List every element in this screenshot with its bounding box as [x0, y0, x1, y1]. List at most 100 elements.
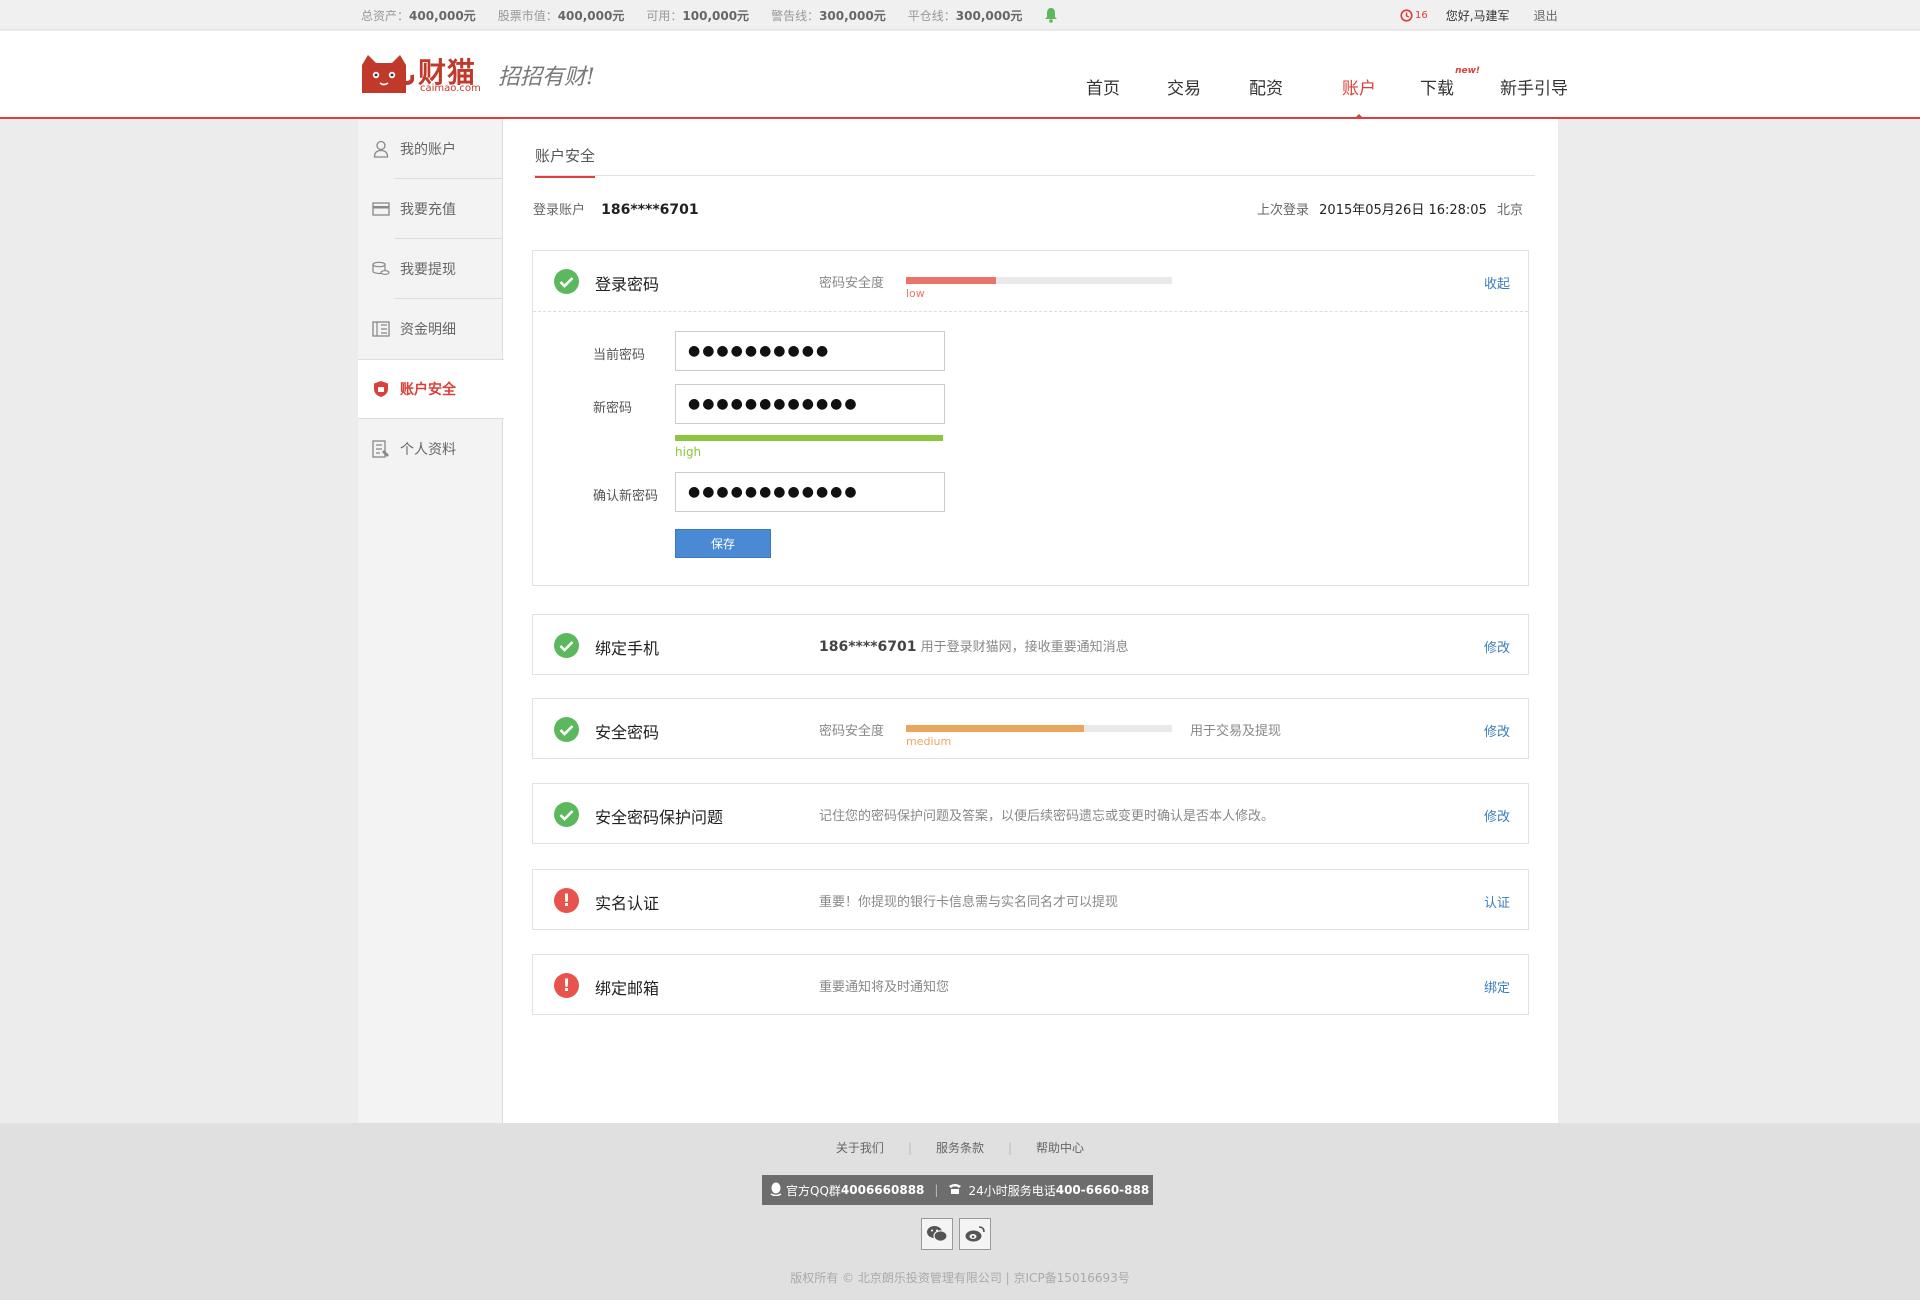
- stat-value: 300,000元: [819, 8, 886, 23]
- strength-text: medium: [906, 735, 952, 748]
- sidebar-item-fund-details[interactable]: 资金明细: [358, 299, 503, 359]
- panel-header: 绑定手机 186****6701 用于登录财猫网，接收重要通知消息 修改: [533, 615, 1528, 675]
- sidebar-item-label: 我要提现: [400, 262, 456, 278]
- asset-stats: 总资产：400,000元 股票市值：400,000元 可用：100,000元 警…: [361, 0, 1058, 30]
- strength-label: 密码安全度: [819, 724, 885, 739]
- exclamation-icon: !: [554, 888, 579, 913]
- top-status-bar: 总资产：400,000元 股票市值：400,000元 可用：100,000元 警…: [0, 0, 1920, 30]
- panel-security-question: 安全密码保护问题 记住您的密码保护问题及答案，以便后续密码遗忘或变更时确认是否本…: [532, 783, 1529, 844]
- stat-available: 可用：100,000元: [646, 7, 749, 24]
- panel-desc: 重要！你提现的银行卡信息需与实名同名才可以提现: [819, 895, 1119, 910]
- check-icon: [554, 802, 579, 827]
- card-icon: [372, 200, 390, 218]
- sidebar-item-profile[interactable]: 个人资料: [358, 419, 503, 479]
- strength-meter: [906, 725, 1172, 732]
- last-login-place: 北京: [1496, 203, 1523, 218]
- panel-header: ! 实名认证 重要！你提现的银行卡信息需与实名同名才可以提现 认证: [533, 870, 1528, 930]
- edit-safe-password-link[interactable]: 修改: [1484, 721, 1510, 740]
- panel-bind-email: ! 绑定邮箱 重要通知将及时通知您 绑定: [532, 954, 1529, 1015]
- panel-desc: 记住您的密码保护问题及答案，以便后续密码遗忘或变更时确认是否本人修改。: [819, 809, 1275, 824]
- main-nav: 首页 交易 配资 账户 下载 new! 新手引导: [1068, 66, 1582, 121]
- footer-link-terms[interactable]: 服务条款: [912, 1141, 1008, 1155]
- greeting[interactable]: 您好,马建军: [1446, 7, 1510, 24]
- service-phone-label: 24小时服务电话: [968, 1183, 1056, 1198]
- footer: 关于我们 | 服务条款 | 帮助中心 官方QQ群 4006660888 | 24小时服务…: [0, 1123, 1920, 1300]
- panel-desc: 186****6701 用于登录财猫网，接收重要通知消息: [819, 636, 1129, 655]
- account-info-row: 登录账户 186****6701 上次登录 2015年05月26日 16:28:…: [533, 199, 1523, 218]
- footer-link-about[interactable]: 关于我们: [812, 1141, 908, 1155]
- ledger-icon: [372, 320, 390, 338]
- stat-total-assets: 总资产：400,000元: [361, 7, 476, 24]
- slogan: 招招有财!: [498, 65, 595, 90]
- panel-header: ! 绑定邮箱 重要通知将及时通知您 绑定: [533, 955, 1528, 1015]
- bell-icon[interactable]: [1044, 7, 1058, 23]
- nav-account[interactable]: 账户: [1302, 71, 1416, 121]
- wechat-icon[interactable]: [921, 1218, 953, 1250]
- shield-icon: [372, 380, 390, 398]
- sidebar-item-deposit[interactable]: 我要充值: [358, 179, 503, 239]
- verify-link[interactable]: 认证: [1484, 892, 1510, 911]
- stat-value: 100,000元: [682, 8, 750, 23]
- new-badge: new!: [1455, 66, 1480, 76]
- footer-link-help[interactable]: 帮助中心: [1012, 1141, 1108, 1155]
- clock-icon[interactable]: 16: [1400, 8, 1428, 22]
- logo-domain: caimao.com: [420, 83, 481, 94]
- panel-title: 绑定邮箱: [595, 979, 660, 998]
- sidebar-item-my-account[interactable]: 我的账户: [358, 119, 503, 179]
- safe-password-note: 用于交易及提现: [1190, 724, 1282, 739]
- confirm-password-input[interactable]: ●●●●●●●●●●●●: [675, 472, 945, 512]
- nav-guide[interactable]: 新手引导: [1486, 71, 1582, 119]
- sidebar-item-account-security[interactable]: 账户安全: [358, 359, 504, 419]
- collapse-link[interactable]: 收起: [1484, 273, 1510, 292]
- sidebar: 我的账户 我要充值 我要提现 资金明细 账户安全 个人资料: [358, 119, 504, 1123]
- check-icon: [554, 633, 579, 658]
- nav-trade[interactable]: 交易: [1138, 71, 1230, 119]
- bind-email-link[interactable]: 绑定: [1484, 977, 1510, 996]
- stat-label: 总资产：: [361, 8, 410, 23]
- service-phone-number: 400-6660-888: [1055, 1183, 1150, 1197]
- nav-download-label: 下载: [1420, 79, 1454, 99]
- panel-bind-phone: 绑定手机 186****6701 用于登录财猫网，接收重要通知消息 修改: [532, 614, 1529, 675]
- panel-realname: ! 实名认证 重要！你提现的银行卡信息需与实名同名才可以提现 认证: [532, 869, 1529, 930]
- edit-phone-link[interactable]: 修改: [1484, 637, 1510, 656]
- stat-value: 300,000元: [955, 8, 1023, 23]
- nav-download[interactable]: 下载 new!: [1416, 66, 1480, 119]
- weibo-icon[interactable]: [959, 1218, 991, 1250]
- nav-home[interactable]: 首页: [1068, 71, 1138, 119]
- panel-header: 登录密码 密码安全度 low 收起: [533, 251, 1528, 311]
- current-password-label: 当前密码: [593, 348, 646, 363]
- new-password-strength-text: high: [675, 445, 702, 459]
- phone-icon: [948, 1183, 962, 1198]
- nav-finance[interactable]: 配资: [1230, 71, 1302, 119]
- save-button[interactable]: 保存: [675, 529, 771, 558]
- site-header: 财猫 caimao.com 招招有财! 首页 交易 配资 账户 下载 new! 新…: [0, 31, 1920, 121]
- stat-value: 400,000元: [409, 8, 476, 23]
- stat-warning-line: 警告线：300,000元: [771, 7, 886, 24]
- panel-title: 绑定手机: [595, 639, 660, 658]
- current-password-input[interactable]: ●●●●●●●●●●: [675, 331, 945, 371]
- divider: [533, 175, 1535, 176]
- tab-account-security[interactable]: 账户安全: [535, 145, 596, 178]
- user-icon: [372, 140, 390, 158]
- cat-logo-icon: [362, 55, 414, 93]
- new-password-strength-bar: [675, 435, 943, 441]
- logout-link[interactable]: 退出: [1534, 7, 1558, 24]
- stat-label: 警告线：: [771, 8, 820, 23]
- edit-question-link[interactable]: 修改: [1484, 806, 1510, 825]
- strength-meter: [906, 277, 1172, 284]
- strength-meter-fill: [906, 725, 1085, 732]
- panel-login-password: 登录密码 密码安全度 low 收起 当前密码 ●●●●●●●●●● 新密码 ●●…: [532, 250, 1529, 586]
- check-icon: [554, 269, 579, 294]
- social-links: [921, 1218, 997, 1250]
- strength-label: 密码安全度: [819, 276, 885, 291]
- sidebar-item-withdraw[interactable]: 我要提现: [358, 239, 503, 299]
- stat-stock-value: 股票市值：400,000元: [498, 7, 625, 24]
- logo[interactable]: 财猫 caimao.com: [358, 51, 488, 97]
- last-login-time: 2015年05月26日 16:28:05: [1319, 203, 1487, 218]
- new-password-input[interactable]: ●●●●●●●●●●●●: [675, 384, 945, 424]
- panel-safe-password: 安全密码 密码安全度 medium 用于交易及提现 修改: [532, 698, 1529, 759]
- sidebar-item-label: 资金明细: [400, 322, 456, 338]
- coins-icon: [372, 260, 390, 278]
- profile-icon: [372, 440, 390, 458]
- last-login: 上次登录 2015年05月26日 16:28:05 北京: [1257, 199, 1523, 218]
